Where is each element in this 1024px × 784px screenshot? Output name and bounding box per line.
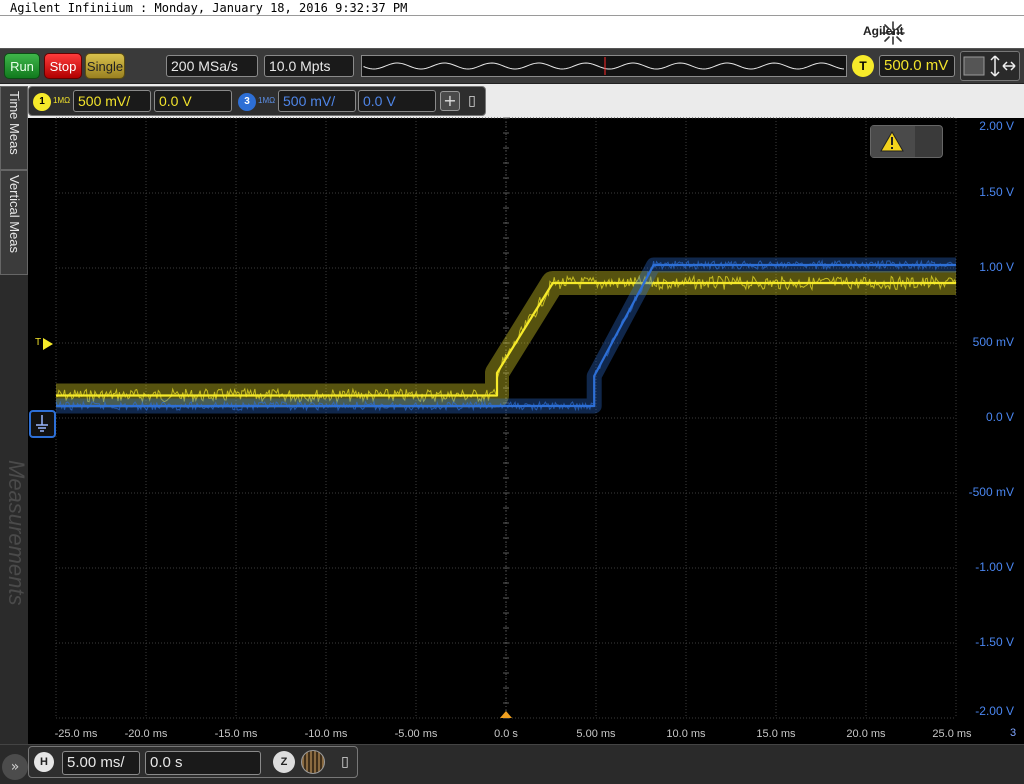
markers: [500, 711, 512, 718]
channel-3-badge[interactable]: 3: [238, 93, 256, 111]
x-tick-label: 25.0 ms: [932, 728, 972, 740]
add-channel-button[interactable]: +: [440, 91, 460, 111]
horizontal-badge[interactable]: H: [34, 752, 54, 772]
x-tick-label: 0.0 s: [494, 728, 518, 740]
trigger-arrow-icon: [43, 338, 53, 350]
y-tick-label: -1.00 V: [975, 560, 1014, 574]
waveform-channel-1: [55, 271, 957, 408]
waveforms: [55, 257, 957, 414]
grid: [55, 117, 957, 719]
channel-3-scale-field[interactable]: 500 mV/: [278, 90, 356, 112]
x-tick-label: -25.0 ms: [54, 728, 98, 740]
y-tick-label: 1.50 V: [979, 185, 1014, 199]
tab-vertical-meas[interactable]: Vertical Meas: [0, 170, 28, 275]
waveform-channel-3: [55, 257, 956, 414]
plot-background: [56, 118, 956, 718]
run-button[interactable]: Run: [4, 53, 40, 79]
x-tick-label: -20.0 ms: [124, 728, 168, 740]
y-tick-label: -1.50 V: [975, 635, 1014, 649]
x-tick-label: 10.0 ms: [666, 728, 706, 740]
zoom-tool-button[interactable]: [960, 51, 1020, 81]
stop-button[interactable]: Stop: [44, 53, 82, 79]
warning-icon: [871, 126, 915, 157]
trigger-level-marker-label: T: [35, 337, 42, 348]
x-tick-label: -10.0 ms: [304, 728, 348, 740]
y-tick-label: 2.00 V: [979, 119, 1014, 133]
expand-icon[interactable]: »: [2, 754, 28, 780]
waveform-noise-trace: [55, 259, 956, 412]
time-position-field[interactable]: 0.0 s: [145, 751, 261, 775]
trigger-position-marker: [500, 711, 512, 718]
waveform-noise-band: [56, 271, 956, 408]
warning-button[interactable]: [870, 125, 943, 158]
single-button[interactable]: Single: [85, 53, 125, 79]
tab-vertical-meas-label: Vertical Meas: [7, 175, 22, 254]
tab-time-meas-label: Time Meas: [7, 91, 22, 155]
timeline-overview[interactable]: [361, 55, 847, 77]
x-tick-label: 15.0 ms: [756, 728, 796, 740]
x-tick-label: 20.0 ms: [846, 728, 886, 740]
channel-3-impedance: 1MΩ: [258, 96, 276, 105]
x-axis-corner-label: 3: [1010, 727, 1017, 739]
memory-depth-field[interactable]: 10.0 Mpts: [264, 55, 354, 77]
channel-1-badge[interactable]: 1: [33, 93, 51, 111]
waveform-trace: [56, 281, 956, 397]
waveform-display[interactable]: [0, 0, 1024, 784]
y-tick-label: -500 mV: [968, 485, 1014, 499]
sample-rate-field[interactable]: 200 MSa/s: [166, 55, 258, 77]
waveform-noise-trace: [55, 274, 957, 404]
waveform-noise-band: [56, 257, 956, 414]
trigger-level-marker[interactable]: T: [35, 337, 57, 351]
brand-name: Agilent: [863, 24, 904, 38]
pointer-zoom-icon: [963, 55, 1016, 77]
tab-time-meas[interactable]: Time Meas: [0, 86, 28, 170]
x-tick-label: -15.0 ms: [214, 728, 258, 740]
x-tick-label: -5.00 ms: [394, 728, 438, 740]
channel-1-offset-field[interactable]: 0.0 V: [154, 90, 232, 112]
ground-reference-marker[interactable]: [29, 410, 56, 438]
y-tick-label: 500 mV: [972, 335, 1014, 349]
x-tick-label: 5.00 ms: [576, 728, 616, 740]
window-title: Agilent Infiniium : Monday, January 18, …: [0, 0, 1024, 16]
channel-3-offset-field[interactable]: 0.0 V: [358, 90, 436, 112]
measurements-watermark: Measurements: [4, 460, 29, 606]
pin-icon[interactable]: ▯: [336, 751, 354, 773]
overview-waveform: [363, 62, 845, 70]
trigger-level-field[interactable]: 500.0 mV: [879, 55, 955, 77]
trigger-badge[interactable]: T: [852, 55, 874, 77]
y-tick-label: 1.00 V: [979, 260, 1014, 274]
channel-1-scale-field[interactable]: 500 mV/: [73, 90, 151, 112]
y-tick-label: -2.00 V: [975, 704, 1014, 718]
channel-1-impedance: 1MΩ: [53, 96, 71, 105]
waveform-trace: [56, 263, 956, 408]
time-scale-field[interactable]: 5.00 ms/: [62, 751, 140, 775]
y-tick-label: 0.0 V: [985, 410, 1014, 424]
horizontal-knob-icon[interactable]: [301, 750, 325, 774]
ground-icon: [36, 415, 48, 432]
zoom-button[interactable]: Z: [273, 751, 295, 773]
pin-icon[interactable]: ▯: [463, 91, 481, 111]
